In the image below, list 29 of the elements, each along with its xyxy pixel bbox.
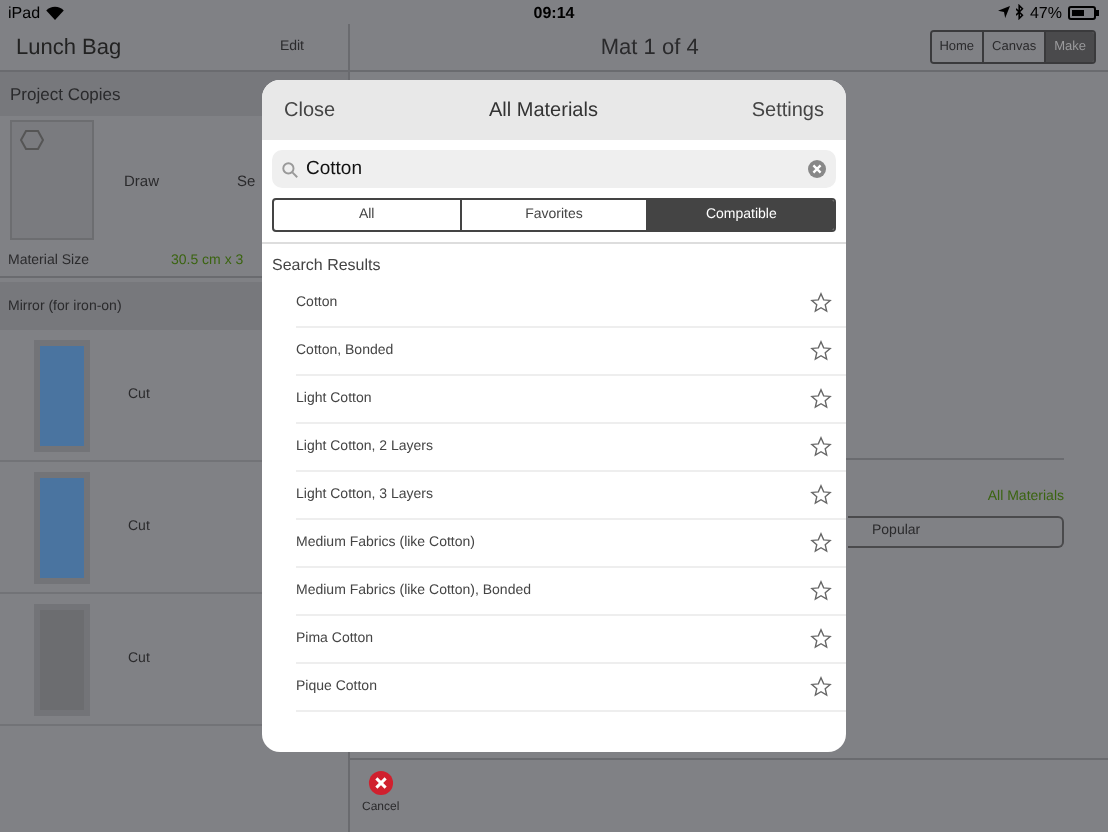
hexagon-icon <box>20 130 44 150</box>
location-icon <box>997 6 1010 18</box>
mat-thumbnail[interactable] <box>10 120 94 240</box>
dialog-title: All Materials <box>488 99 598 121</box>
clear-icon[interactable] <box>808 160 826 178</box>
star-icon[interactable] <box>810 628 832 650</box>
star-icon[interactable] <box>810 388 832 410</box>
star-icon[interactable] <box>810 532 832 554</box>
cancel-icon <box>367 770 394 796</box>
bluetooth-icon <box>1015 4 1024 20</box>
mat-title: Mat 1 of 4 <box>598 35 701 59</box>
battery-percent: 47% <box>1029 3 1062 21</box>
search-field[interactable]: Cotton <box>272 150 836 188</box>
star-icon[interactable] <box>810 580 832 602</box>
star-icon[interactable] <box>810 484 832 506</box>
star-icon[interactable] <box>810 340 832 362</box>
results-heading: Search Results <box>270 254 383 278</box>
star-icon[interactable] <box>810 292 832 314</box>
star-icon[interactable] <box>810 436 832 458</box>
project-title: Lunch Bag <box>16 35 122 59</box>
clock: 09:14 <box>533 3 575 21</box>
search-input[interactable]: Cotton <box>306 158 800 180</box>
close-button[interactable]: Close <box>284 99 336 121</box>
battery-icon <box>1068 5 1100 19</box>
star-icon[interactable] <box>810 676 832 698</box>
search-icon <box>282 161 298 177</box>
device-name: iPad <box>8 3 41 21</box>
wifi-icon <box>46 5 65 19</box>
settings-button[interactable]: Settings <box>751 99 824 121</box>
